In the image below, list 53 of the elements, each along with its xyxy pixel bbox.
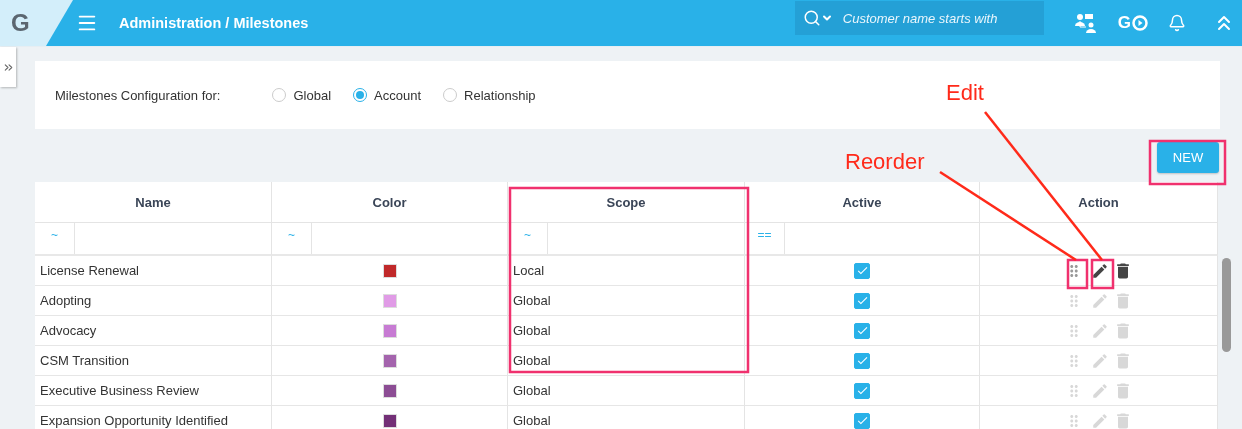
radio-label: Global	[293, 87, 332, 103]
scrollbar-thumb[interactable]	[1222, 258, 1231, 352]
edit-icon[interactable]	[1090, 261, 1109, 280]
filter-cell[interactable]: ~	[508, 223, 745, 256]
breadcrumb: Administration / Milestones	[119, 15, 309, 31]
table-cell: Expansion Opportunity Identified	[35, 406, 272, 429]
sidebar-toggle[interactable]	[0, 47, 16, 87]
annotation-label: Reorder	[845, 149, 925, 175]
radio-label: Relationship	[464, 87, 536, 103]
checkbox[interactable]	[854, 412, 870, 429]
check-icon	[855, 324, 869, 337]
config-label: Milestones Configuration for:	[55, 87, 221, 103]
search-bar[interactable]: Customer name starts with	[794, 1, 1044, 35]
table-cell: Advocacy	[35, 316, 272, 346]
checkbox[interactable]	[854, 382, 870, 399]
logo[interactable]: G	[11, 9, 30, 37]
table-cell: Global	[508, 376, 745, 406]
check-icon	[855, 414, 869, 427]
check-icon	[855, 384, 869, 397]
table-cell: Local	[508, 256, 745, 286]
checkbox[interactable]	[854, 292, 870, 309]
go-logo[interactable]: G	[1117, 13, 1148, 33]
search-icon[interactable]	[802, 9, 833, 27]
column-header[interactable]: Action	[980, 182, 1218, 223]
checkbox[interactable]	[854, 262, 870, 279]
checkbox[interactable]	[854, 322, 870, 339]
table-cell: CSM Transition	[35, 346, 272, 376]
table-cell: Global	[508, 316, 745, 346]
filter-cell[interactable]: ~	[272, 223, 508, 256]
new-button[interactable]: NEW	[1157, 142, 1219, 173]
radio-option[interactable]: Account	[353, 87, 422, 103]
table-cell: License Renewal	[35, 256, 272, 286]
bell-icon[interactable]	[1168, 14, 1186, 32]
check-icon	[855, 264, 869, 277]
people-network-icon[interactable]	[1073, 12, 1098, 34]
radio-option[interactable]: Relationship	[443, 87, 536, 103]
filter-cell[interactable]: ==	[745, 223, 980, 256]
filter-cell[interactable]: ~	[35, 223, 272, 256]
annotation-label: Edit	[946, 80, 984, 106]
table-cell: Global	[508, 406, 745, 429]
radio-option[interactable]: Global	[272, 87, 332, 103]
table-cell: Global	[508, 286, 745, 316]
check-icon	[855, 354, 869, 367]
table-cell: Adopting	[35, 286, 272, 316]
highlight-frame	[1066, 258, 1089, 290]
highlight-frame	[1090, 258, 1115, 290]
radio-label: Account	[374, 87, 422, 103]
search-field[interactable]: Customer name starts with	[840, 9, 1035, 27]
checkbox[interactable]	[854, 352, 870, 369]
check-icon	[855, 294, 869, 307]
table-cell: Executive Business Review	[35, 376, 272, 406]
table-cell: Global	[508, 346, 745, 376]
filter-cell[interactable]	[980, 223, 1218, 256]
